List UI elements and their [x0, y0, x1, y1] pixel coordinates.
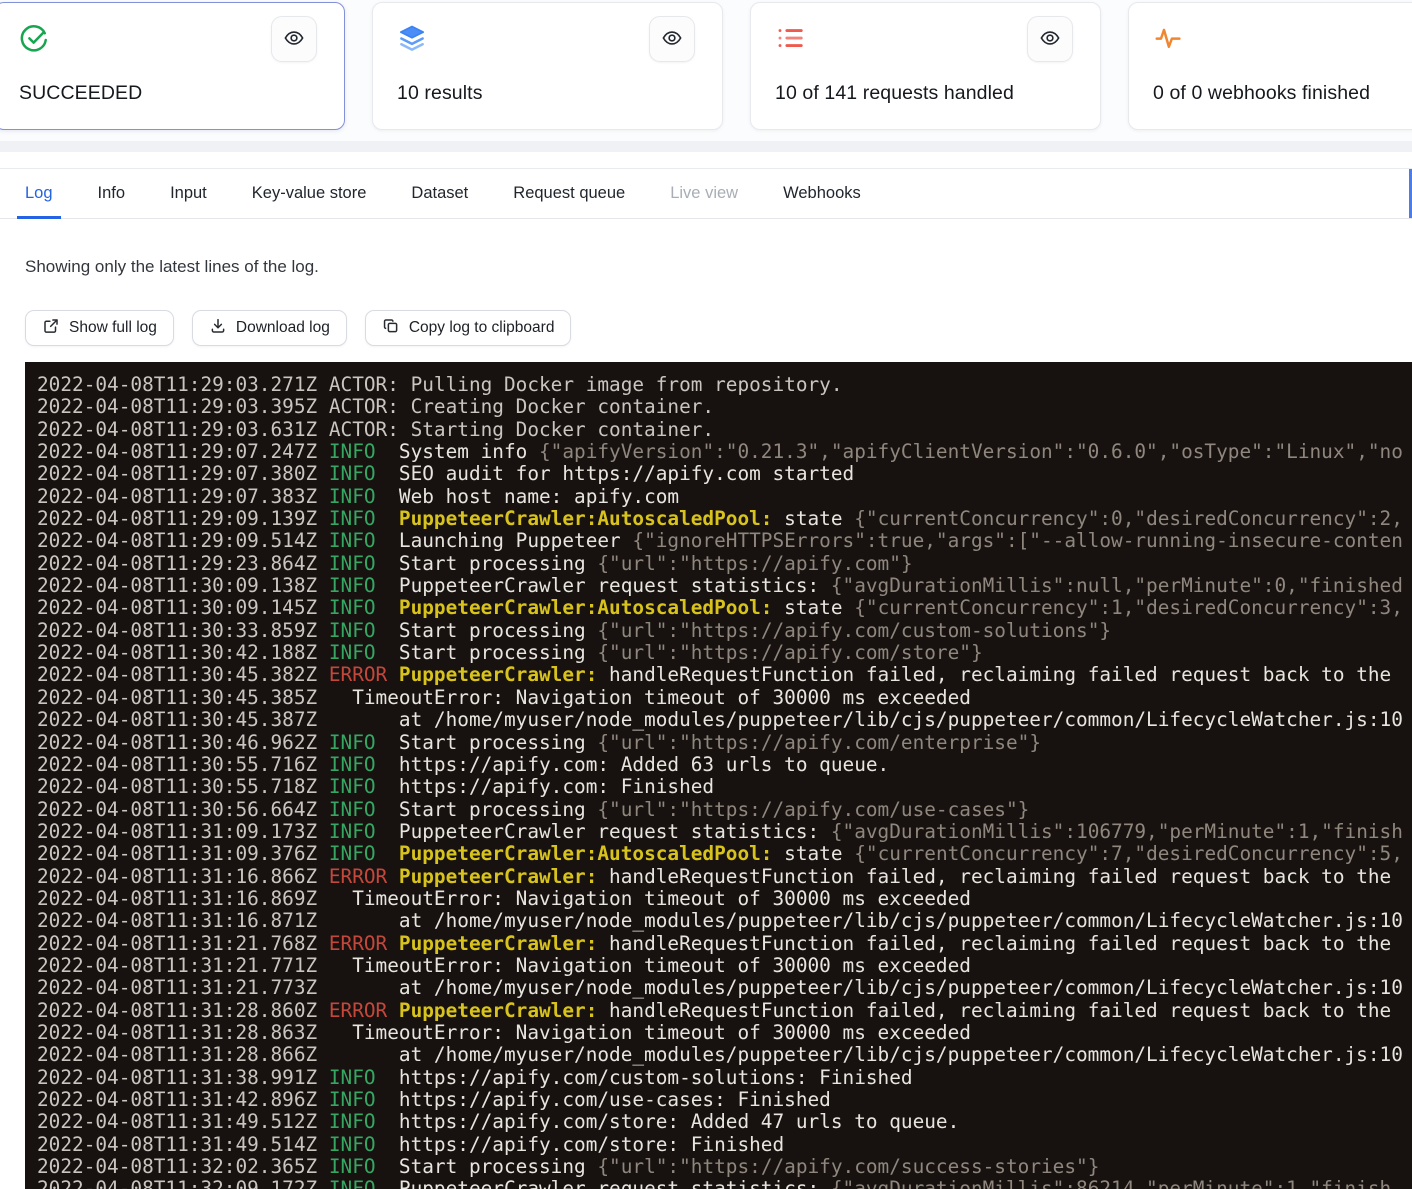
eye-view-button[interactable]	[271, 16, 317, 62]
tab-key-value-store[interactable]: Key-value store	[252, 169, 367, 218]
log-line: 2022-04-08T11:31:49.512Z INFO https://ap…	[37, 1111, 1412, 1133]
log-line: 2022-04-08T11:31:09.376Z INFO PuppeteerC…	[37, 843, 1412, 865]
log-line: 2022-04-08T11:31:38.991Z INFO https://ap…	[37, 1067, 1412, 1089]
card-label: SUCCEEDED	[19, 82, 142, 105]
log-line: 2022-04-08T11:32:09.172Z INFO PuppeteerC…	[37, 1178, 1412, 1189]
log-line: 2022-04-08T11:30:45.387Z at /home/myuser…	[37, 709, 1412, 731]
log-line: 2022-04-08T11:32:02.365Z INFO Start proc…	[37, 1156, 1412, 1178]
log-line: 2022-04-08T11:29:09.514Z INFO Launching …	[37, 530, 1412, 552]
status-card-10-results: 10 results	[372, 2, 723, 130]
log-line: 2022-04-08T11:29:07.383Z INFO Web host n…	[37, 486, 1412, 508]
log-line: 2022-04-08T11:29:03.395Z ACTOR: Creating…	[37, 396, 1412, 418]
log-line: 2022-04-08T11:30:55.718Z INFO https://ap…	[37, 776, 1412, 798]
log-line: 2022-04-08T11:29:23.864Z INFO Start proc…	[37, 553, 1412, 575]
log-line: 2022-04-08T11:30:46.962Z INFO Start proc…	[37, 732, 1412, 754]
status-card-succeeded: SUCCEEDED	[0, 2, 345, 130]
log-line: 2022-04-08T11:30:09.145Z INFO PuppeteerC…	[37, 597, 1412, 619]
copy-log-to-clipboard-button[interactable]: Copy log to clipboard	[365, 310, 572, 346]
tab-webhooks[interactable]: Webhooks	[783, 169, 861, 218]
copy-icon	[382, 317, 400, 340]
button-label: Copy log to clipboard	[409, 319, 555, 337]
cards-shadow-band	[0, 141, 1412, 152]
list-icon	[775, 23, 805, 53]
log-line: 2022-04-08T11:30:55.716Z INFO https://ap…	[37, 754, 1412, 776]
log-toolbar: Show full log Download log Copy log to cli…	[25, 310, 571, 346]
log-line: 2022-04-08T11:31:16.871Z at /home/myuser…	[37, 910, 1412, 932]
card-label: 10 of 141 requests handled	[775, 82, 1014, 105]
log-line: 2022-04-08T11:31:09.173Z INFO PuppeteerC…	[37, 821, 1412, 843]
tab-request-queue[interactable]: Request queue	[513, 169, 625, 218]
card-label: 0 of 0 webhooks finished	[1153, 82, 1370, 105]
log-line: 2022-04-08T11:30:45.385Z TimeoutError: N…	[37, 687, 1412, 709]
button-label: Show full log	[69, 319, 157, 337]
log-line: 2022-04-08T11:31:16.866Z ERROR Puppeteer…	[37, 866, 1412, 888]
log-line: 2022-04-08T11:31:28.860Z ERROR Puppeteer…	[37, 1000, 1412, 1022]
status-card-10-of-141-requests-handled: 10 of 141 requests handled	[750, 2, 1101, 130]
log-line: 2022-04-08T11:31:21.768Z ERROR Puppeteer…	[37, 933, 1412, 955]
log-line: 2022-04-08T11:31:42.896Z INFO https://ap…	[37, 1089, 1412, 1111]
log-line: 2022-04-08T11:31:16.869Z TimeoutError: N…	[37, 888, 1412, 910]
log-line: 2022-04-08T11:30:09.138Z INFO PuppeteerC…	[37, 575, 1412, 597]
log-line: 2022-04-08T11:30:56.664Z INFO Start proc…	[37, 799, 1412, 821]
log-line: 2022-04-08T11:31:28.863Z TimeoutError: N…	[37, 1022, 1412, 1044]
check-circle-icon	[19, 23, 49, 53]
download-icon	[209, 317, 227, 340]
log-notice: Showing only the latest lines of the log…	[25, 257, 319, 277]
log-line: 2022-04-08T11:29:07.380Z INFO SEO audit …	[37, 463, 1412, 485]
eye-view-button[interactable]	[1027, 16, 1073, 62]
log-line: 2022-04-08T11:31:28.866Z at /home/myuser…	[37, 1044, 1412, 1066]
log-line: 2022-04-08T11:29:03.631Z ACTOR: Starting…	[37, 419, 1412, 441]
tab-info[interactable]: Info	[98, 169, 126, 218]
download-log-button[interactable]: Download log	[192, 310, 347, 346]
tab-live-view: Live view	[670, 169, 738, 218]
log-line: 2022-04-08T11:30:45.382Z ERROR Puppeteer…	[37, 664, 1412, 686]
log-line: 2022-04-08T11:31:49.514Z INFO https://ap…	[37, 1134, 1412, 1156]
status-cards-row: SUCCEEDED 10 results 10 of 141 requests ha…	[0, 2, 1412, 130]
external-link-icon	[42, 317, 60, 340]
eye-icon	[283, 27, 305, 52]
log-line: 2022-04-08T11:31:21.771Z TimeoutError: N…	[37, 955, 1412, 977]
log-line: 2022-04-08T11:29:03.271Z ACTOR: Pulling …	[37, 374, 1412, 396]
eye-icon	[661, 27, 683, 52]
show-full-log-button[interactable]: Show full log	[25, 310, 174, 346]
log-line: 2022-04-08T11:30:33.859Z INFO Start proc…	[37, 620, 1412, 642]
log-line: 2022-04-08T11:31:21.773Z at /home/myuser…	[37, 977, 1412, 999]
log-line: 2022-04-08T11:29:07.247Z INFO System inf…	[37, 441, 1412, 463]
layers-icon	[397, 23, 427, 53]
tab-input[interactable]: Input	[170, 169, 207, 218]
run-tab-bar: Log Info Input Key-value store Dataset Reques…	[0, 168, 1412, 219]
card-label: 10 results	[397, 82, 483, 105]
button-label: Download log	[236, 319, 330, 337]
eye-icon	[1039, 27, 1061, 52]
log-line: 2022-04-08T11:29:09.139Z INFO PuppeteerC…	[37, 508, 1412, 530]
eye-view-button[interactable]	[649, 16, 695, 62]
log-terminal[interactable]: 2022-04-08T11:29:03.271Z ACTOR: Pulling …	[25, 362, 1412, 1189]
tab-dataset[interactable]: Dataset	[411, 169, 468, 218]
tab-log[interactable]: Log	[25, 169, 53, 218]
pulse-icon	[1153, 23, 1183, 53]
log-line: 2022-04-08T11:30:42.188Z INFO Start proc…	[37, 642, 1412, 664]
status-card-0-of-0-webhooks-finished: 0 of 0 webhooks finished	[1128, 2, 1412, 130]
